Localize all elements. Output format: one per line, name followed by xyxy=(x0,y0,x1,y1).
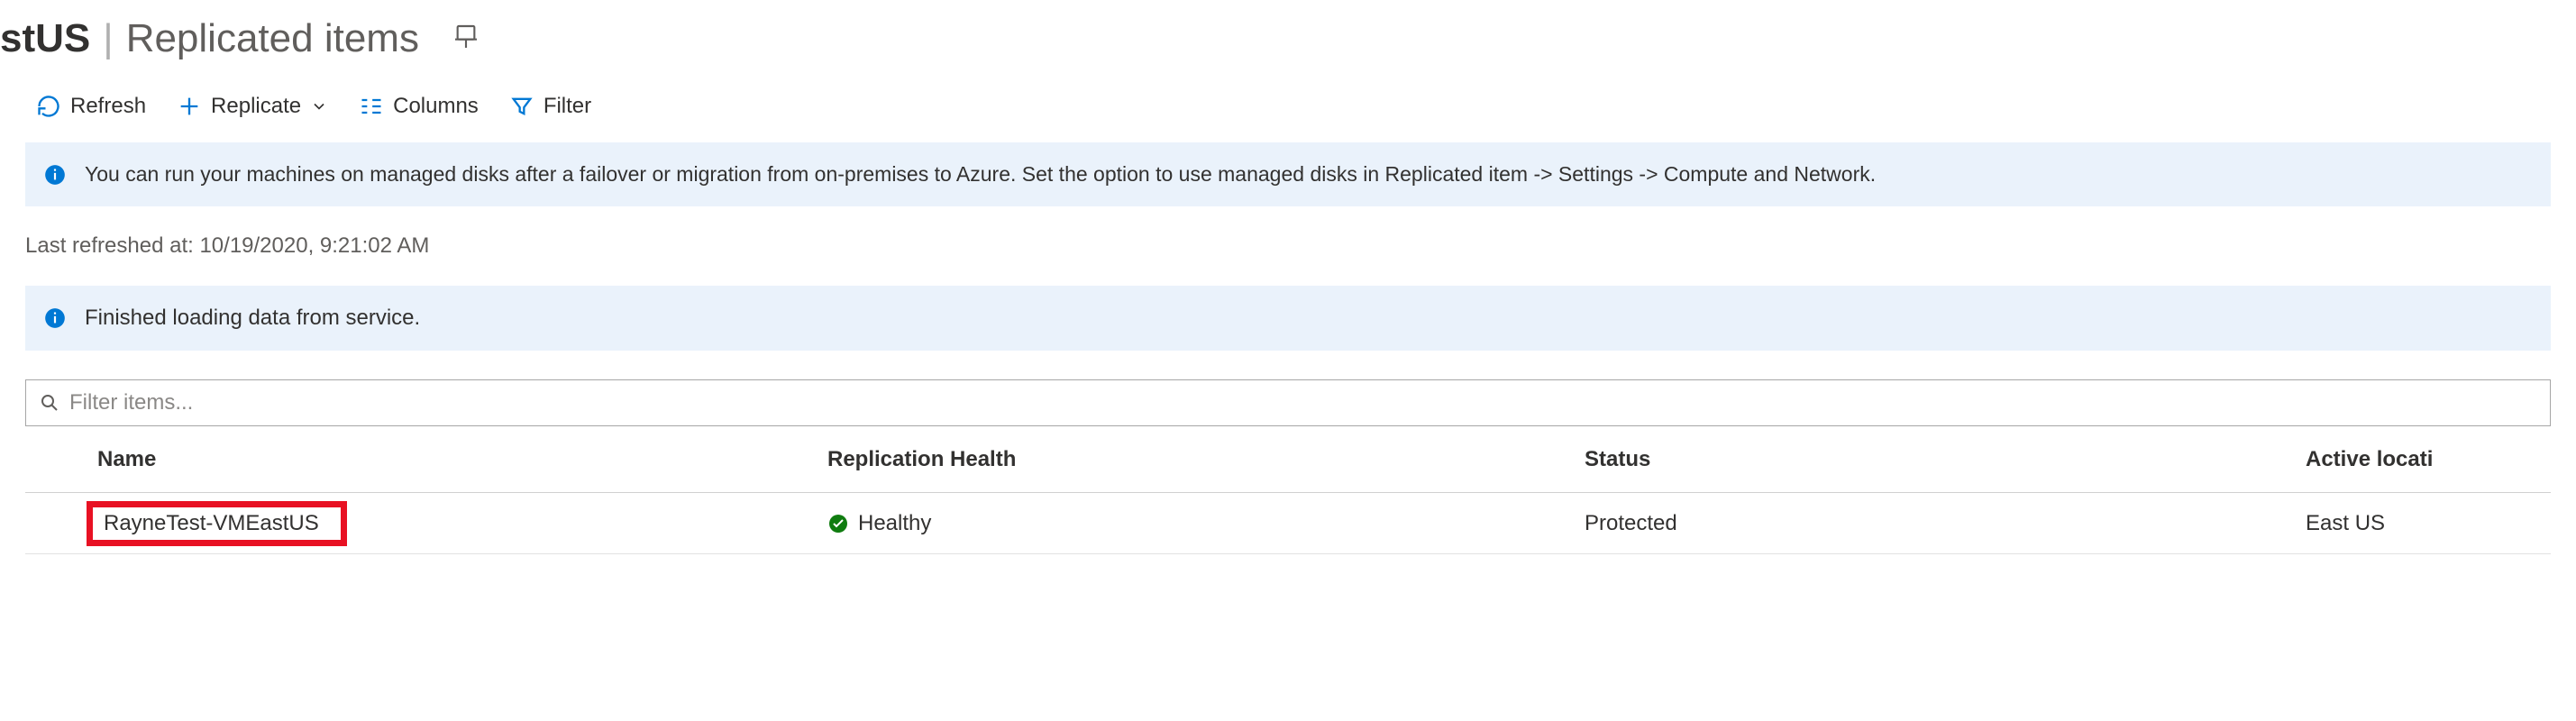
filter-items-box[interactable] xyxy=(25,379,2551,426)
refresh-label: Refresh xyxy=(70,94,146,119)
title-divider: | xyxy=(103,16,113,61)
status-banner: Finished loading data from service. xyxy=(25,286,2551,351)
info-icon xyxy=(43,306,67,330)
refresh-icon xyxy=(36,94,61,119)
columns-icon xyxy=(359,94,384,119)
healthy-icon xyxy=(827,513,849,534)
page-title-prefix: stUS xyxy=(0,16,90,61)
last-refreshed-value: 10/19/2020, 9:21:02 AM xyxy=(199,233,429,258)
last-refreshed: Last refreshed at: 10/19/2020, 9:21:02 A… xyxy=(0,215,2576,278)
page-subtitle: Replicated items xyxy=(126,16,419,61)
table-row[interactable]: RayneTest-VMEastUS Healthy Protected Eas… xyxy=(25,493,2551,554)
col-header-name[interactable]: Name xyxy=(25,447,827,472)
filter-label: Filter xyxy=(544,94,591,119)
filter-button[interactable]: Filter xyxy=(509,94,591,119)
last-refreshed-label: Last refreshed at: xyxy=(25,233,194,258)
replicate-label: Replicate xyxy=(211,94,301,119)
status-message: Finished loading data from service. xyxy=(85,306,420,331)
col-header-status[interactable]: Status xyxy=(1585,447,2306,472)
columns-button[interactable]: Columns xyxy=(359,94,479,119)
replicate-button[interactable]: Replicate xyxy=(177,94,328,119)
info-message: You can run your machines on managed dis… xyxy=(85,162,1876,187)
table-header: Name Replication Health Status Active lo… xyxy=(25,426,2551,493)
plus-icon xyxy=(177,94,202,119)
col-header-replication-health[interactable]: Replication Health xyxy=(827,447,1585,472)
replicated-items-table: Name Replication Health Status Active lo… xyxy=(25,426,2551,554)
col-header-active-location[interactable]: Active locati xyxy=(2306,447,2551,472)
command-bar: Refresh Replicate Columns Filter xyxy=(0,78,2576,135)
row-name-cell[interactable]: RayneTest-VMEastUS xyxy=(87,501,347,546)
info-banner: You can run your machines on managed dis… xyxy=(25,142,2551,206)
columns-label: Columns xyxy=(393,94,479,119)
row-status-cell: Protected xyxy=(1585,511,2306,536)
page-header: stUS | Replicated items xyxy=(0,0,2576,78)
chevron-down-icon xyxy=(310,97,328,115)
pin-icon[interactable] xyxy=(452,16,480,61)
filter-items-input[interactable] xyxy=(69,390,2537,415)
row-health-cell: Healthy xyxy=(858,511,931,536)
info-icon xyxy=(43,163,67,187)
row-location-cell: East US xyxy=(2306,511,2551,536)
filter-icon xyxy=(509,94,534,119)
search-icon xyxy=(39,392,60,414)
refresh-button[interactable]: Refresh xyxy=(36,94,146,119)
